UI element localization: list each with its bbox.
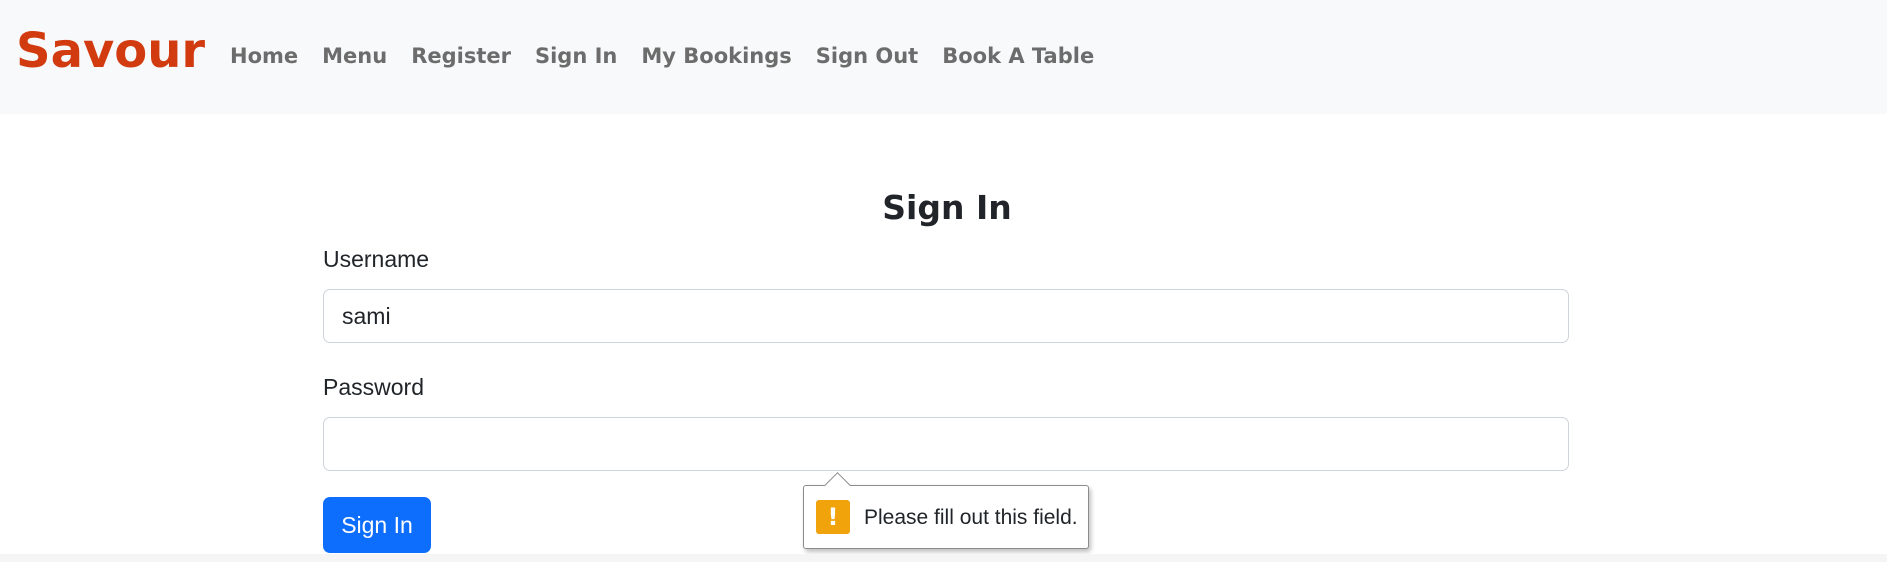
- tooltip-arrow: [824, 472, 851, 499]
- username-field[interactable]: [323, 289, 1569, 343]
- sign-in-button[interactable]: Sign In: [323, 497, 431, 553]
- bottom-strip: [0, 554, 1887, 562]
- nav-link-register[interactable]: Register: [411, 42, 511, 70]
- password-label: Password: [323, 374, 424, 400]
- nav-links: Home Menu Register Sign In My Bookings S…: [230, 42, 1118, 70]
- brand-logo[interactable]: Savour: [16, 22, 205, 80]
- validation-tooltip: ! Please fill out this field.: [803, 472, 1089, 549]
- validation-message: Please fill out this field.: [864, 506, 1078, 529]
- nav-link-home[interactable]: Home: [230, 42, 298, 70]
- page-title: Sign In: [882, 188, 1012, 227]
- navbar: Savour Home Menu Register Sign In My Boo…: [0, 0, 1887, 114]
- nav-link-my-bookings[interactable]: My Bookings: [641, 42, 791, 70]
- nav-link-sign-in[interactable]: Sign In: [535, 42, 617, 70]
- warning-icon: !: [816, 500, 850, 534]
- nav-link-sign-out[interactable]: Sign Out: [816, 42, 918, 70]
- username-label: Username: [323, 246, 430, 272]
- password-field[interactable]: [323, 417, 1569, 471]
- nav-link-book-a-table[interactable]: Book A Table: [942, 42, 1094, 70]
- nav-link-menu[interactable]: Menu: [322, 42, 387, 70]
